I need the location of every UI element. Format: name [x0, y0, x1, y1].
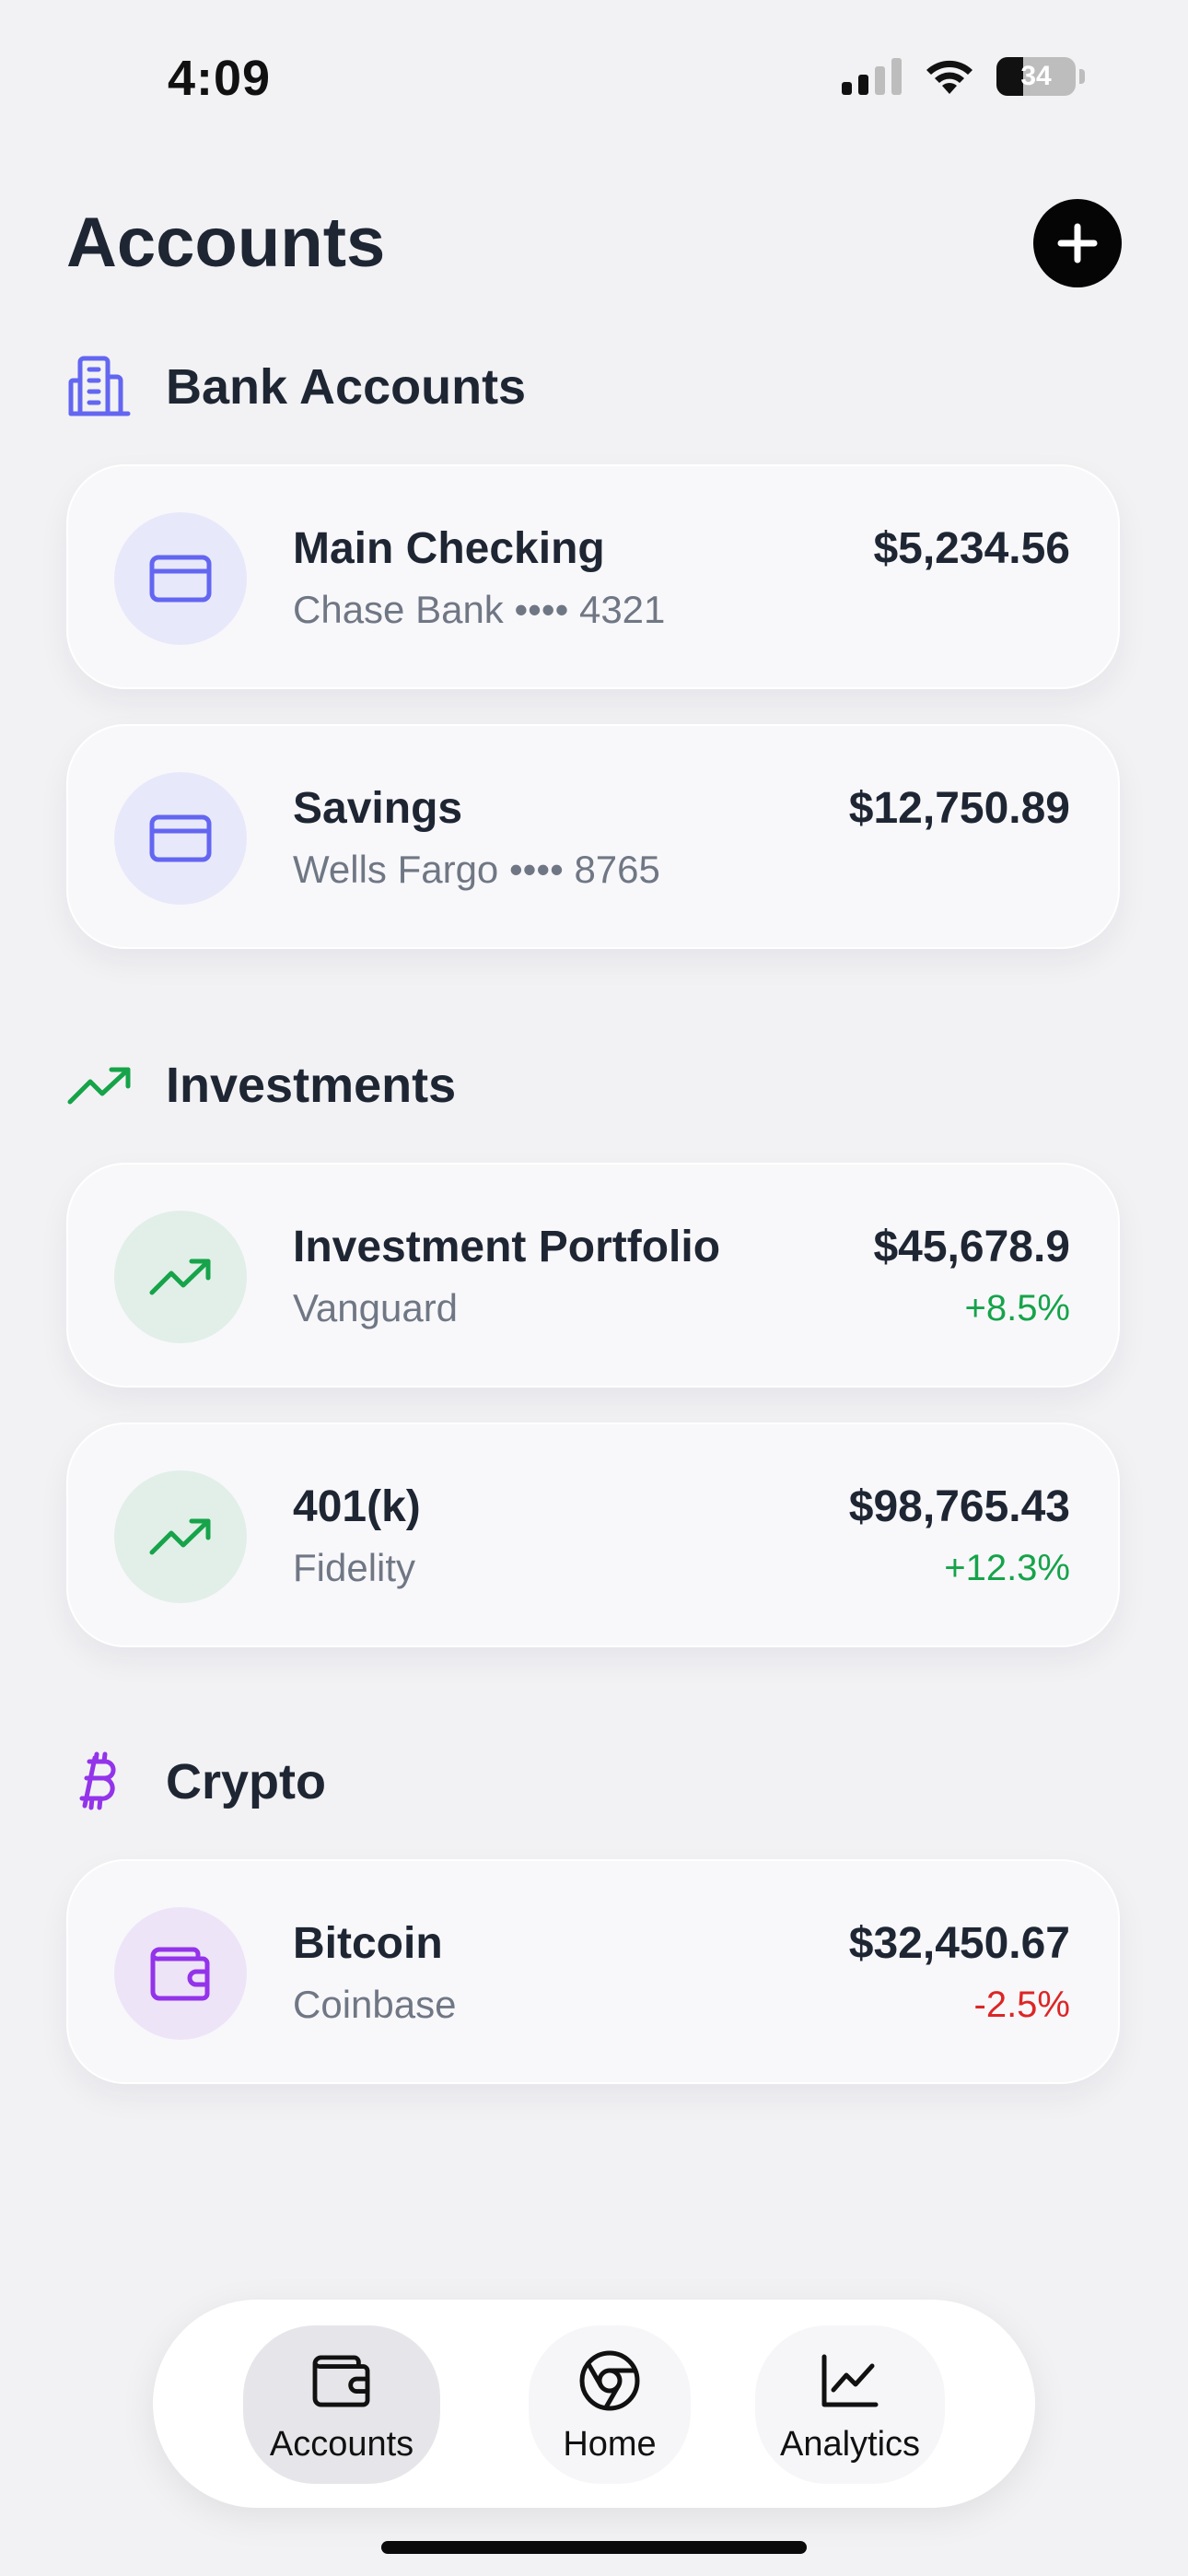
wallet-icon: [312, 2346, 371, 2416]
tab-accounts[interactable]: Accounts: [243, 2325, 440, 2484]
wallet-icon: [150, 1947, 210, 2001]
tab-home[interactable]: Home: [529, 2325, 691, 2484]
building-icon: [66, 354, 133, 420]
chrome-icon: [578, 2346, 641, 2416]
trending-up-icon: [149, 1518, 211, 1555]
status-time: 4:09: [168, 51, 272, 106]
account-name: Investment Portfolio: [293, 1223, 721, 1271]
account-name: Main Checking: [293, 524, 605, 573]
tab-analytics[interactable]: Analytics: [755, 2325, 945, 2484]
account-card-bitcoin[interactable]: Bitcoin Coinbase $32,450.67 -2.5%: [66, 1859, 1120, 2084]
account-subtitle: Fidelity: [293, 1546, 416, 1589]
wifi-icon: [926, 60, 973, 94]
account-subtitle: Coinbase: [293, 1983, 457, 2026]
tab-bar: Accounts Home Analytics: [153, 2300, 1035, 2508]
battery-level: 34: [1020, 61, 1052, 91]
page-title: Accounts: [66, 204, 386, 282]
account-change: +12.3%: [944, 1548, 1070, 1588]
account-name: Bitcoin: [293, 1919, 443, 1968]
account-card-investment-portfolio[interactable]: Investment Portfolio Vanguard $45,678.9 …: [66, 1163, 1120, 1388]
account-icon-container: [114, 1907, 247, 2040]
section-header-crypto: Crypto: [66, 1749, 326, 1815]
account-icon-container: [114, 1470, 247, 1603]
plus-icon: [1057, 223, 1098, 263]
status-icons: 34: [842, 57, 1085, 96]
account-change: +8.5%: [964, 1288, 1070, 1329]
section-header-investments: Investments: [66, 1052, 456, 1118]
trending-up-icon: [149, 1259, 211, 1295]
account-balance: $5,234.56: [873, 524, 1070, 573]
section-title: Bank Accounts: [166, 359, 527, 415]
account-subtitle: Vanguard: [293, 1286, 459, 1329]
account-balance: $32,450.67: [848, 1919, 1070, 1968]
section-title: Investments: [166, 1058, 457, 1113]
account-balance: $98,765.43: [848, 1482, 1070, 1531]
account-card-401k[interactable]: 401(k) Fidelity $98,765.43 +12.3%: [66, 1423, 1120, 1647]
home-indicator: [381, 2541, 807, 2554]
account-subtitle: Chase Bank •••• 4321: [293, 588, 666, 631]
account-icon-container: [114, 1211, 247, 1343]
add-account-button[interactable]: [1033, 199, 1122, 287]
tab-label: Accounts: [269, 2424, 414, 2464]
account-icon-container: [114, 772, 247, 905]
line-chart-icon: [821, 2346, 879, 2416]
account-balance: $12,750.89: [848, 784, 1070, 833]
account-subtitle: Wells Fargo •••• 8765: [293, 848, 660, 891]
signal-icon: [842, 58, 902, 95]
trending-up-icon: [66, 1052, 133, 1118]
account-card-savings[interactable]: Savings Wells Fargo •••• 8765 $12,750.89: [66, 724, 1120, 949]
battery-icon: 34: [996, 57, 1076, 96]
account-change: -2.5%: [973, 1985, 1071, 2025]
bitcoin-icon: [66, 1749, 133, 1815]
tab-label: Home: [563, 2424, 657, 2464]
account-balance: $45,678.9: [873, 1223, 1070, 1271]
battery-tip: [1079, 69, 1085, 84]
account-card-main-checking[interactable]: Main Checking Chase Bank •••• 4321 $5,23…: [66, 464, 1120, 689]
account-name: Savings: [293, 784, 463, 833]
credit-card-icon: [149, 555, 212, 603]
account-name: 401(k): [293, 1482, 421, 1531]
section-title: Crypto: [166, 1754, 326, 1809]
tab-label: Analytics: [779, 2424, 921, 2464]
section-header-bank-accounts: Bank Accounts: [66, 354, 526, 420]
credit-card-icon: [149, 814, 212, 862]
account-icon-container: [114, 512, 247, 645]
